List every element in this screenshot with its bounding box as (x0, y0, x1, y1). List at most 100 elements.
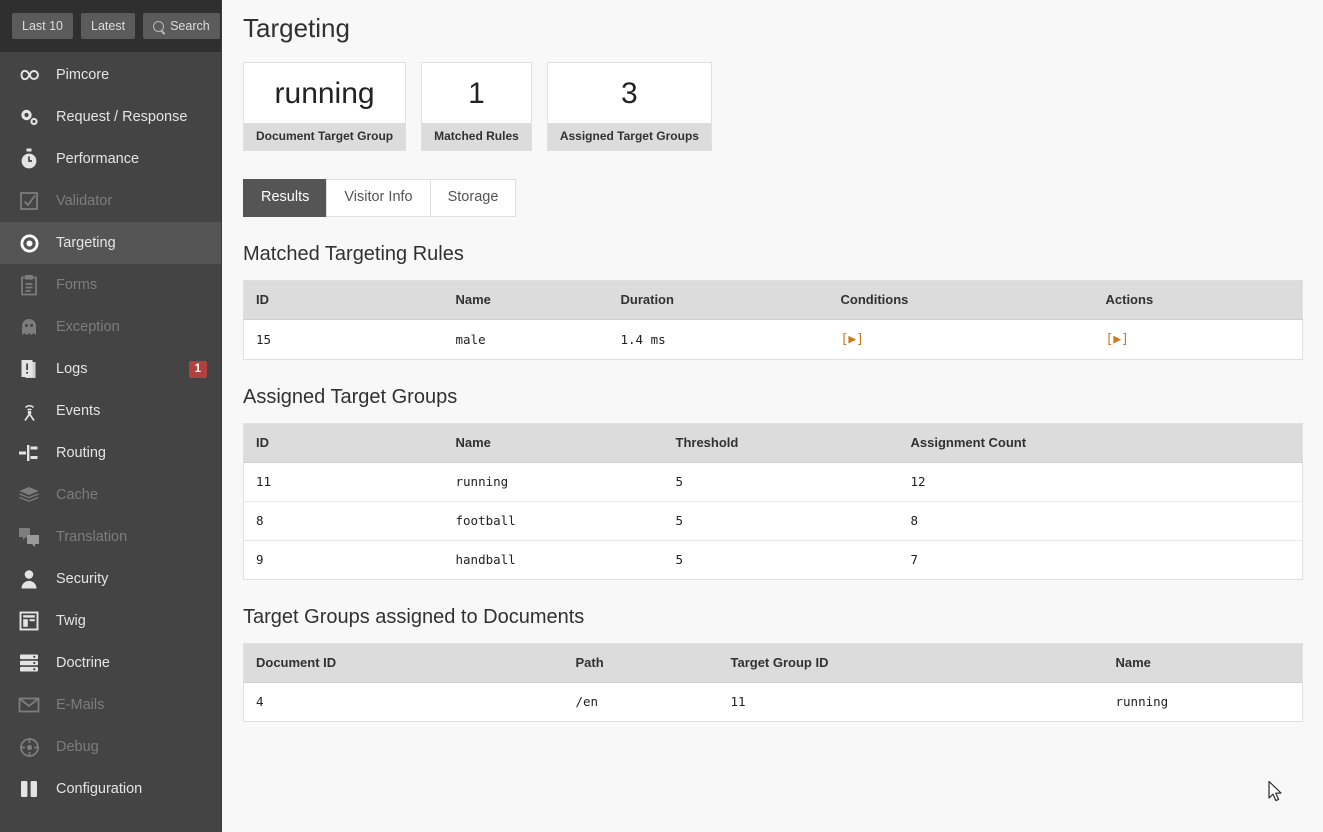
latest-button[interactable]: Latest (81, 13, 135, 39)
sidebar-item-label: Translation (56, 529, 221, 545)
metric-matched-rules: 1 Matched Rules (421, 62, 532, 151)
column-header-name: Name (444, 281, 609, 320)
tab-storage[interactable]: Storage (430, 179, 517, 217)
cell-assignment-count: 12 (899, 463, 1303, 502)
database-icon (14, 653, 44, 673)
cell-actions: [▶] (1094, 320, 1303, 360)
matched-rules-table: ID Name Duration Conditions Actions 15 m… (243, 280, 1303, 360)
cell-id: 9 (244, 541, 444, 580)
routing-icon (14, 444, 44, 462)
search-icon (153, 21, 164, 32)
user-icon (14, 569, 44, 589)
column-header-name: Name (1104, 644, 1303, 683)
cell-assignment-count: 8 (899, 502, 1303, 541)
sidebar-item-debug[interactable]: Debug (0, 726, 221, 768)
profiler-search-bar: Last 10 Latest Search (0, 0, 221, 52)
column-header-name: Name (444, 424, 664, 463)
metric-label: Document Target Group (244, 123, 405, 150)
cell-threshold: 5 (664, 502, 899, 541)
metric-label: Assigned Target Groups (548, 123, 711, 150)
section-title: Assigned Target Groups (243, 386, 1302, 409)
logs-badge: 1 (189, 361, 207, 378)
table-row: 15 male 1.4 ms [▶] [▶] (244, 320, 1303, 360)
sidebar-item-label: Twig (56, 613, 221, 629)
checkbox-icon (14, 191, 44, 211)
main-content: Targeting running Document Target Group … (222, 0, 1323, 832)
sidebar-item-label: E-Mails (56, 697, 221, 713)
assigned-target-groups-table: ID Name Threshold Assignment Count 11 ru… (243, 423, 1303, 580)
sidebar-item-configuration[interactable]: Configuration (0, 768, 221, 810)
sidebar-item-label: Configuration (56, 781, 221, 797)
last-10-button[interactable]: Last 10 (12, 13, 73, 39)
metric-value: running (244, 63, 405, 123)
cell-threshold: 5 (664, 463, 899, 502)
sidebar-item-request-response[interactable]: Request / Response (0, 96, 221, 138)
envelope-icon (14, 697, 44, 713)
cell-name: football (444, 502, 664, 541)
sidebar-item-label: Cache (56, 487, 221, 503)
search-button[interactable]: Search (143, 13, 220, 39)
table-header-row: Document ID Path Target Group ID Name (244, 644, 1303, 683)
sidebar-menu: Pimcore Request / Response (0, 52, 221, 832)
section-assigned-target-groups: Assigned Target Groups ID Name Threshold… (243, 386, 1302, 580)
profiler-window: Last 10 Latest Search Pimcore (0, 0, 1323, 832)
column-header-conditions: Conditions (829, 281, 1094, 320)
sidebar-item-label: Routing (56, 445, 221, 461)
tab-visitor-info[interactable]: Visitor Info (326, 179, 430, 217)
sidebar-item-forms[interactable]: Forms (0, 264, 221, 306)
sidebar-item-events[interactable]: Events (0, 390, 221, 432)
tab-results[interactable]: Results (243, 179, 327, 217)
sidebar-item-label: Targeting (56, 235, 221, 251)
stopwatch-icon (14, 148, 44, 170)
cell-target-group-id: 11 (719, 683, 1104, 722)
column-header-duration: Duration (609, 281, 829, 320)
column-header-document-id: Document ID (244, 644, 564, 683)
conditions-toggle-icon[interactable]: [▶] (841, 332, 864, 347)
sidebar-item-performance[interactable]: Performance (0, 138, 221, 180)
config-icon (14, 780, 44, 798)
sidebar-item-label: Doctrine (56, 655, 221, 671)
sidebar-item-exception[interactable]: Exception (0, 306, 221, 348)
gears-icon (14, 107, 44, 127)
column-header-target-group-id: Target Group ID (719, 644, 1104, 683)
sidebar-item-label: Events (56, 403, 221, 419)
sidebar-item-pimcore[interactable]: Pimcore (0, 54, 221, 96)
sidebar-item-validator[interactable]: Validator (0, 180, 221, 222)
cell-name: running (444, 463, 664, 502)
sidebar-item-label: Pimcore (56, 67, 221, 83)
sidebar-item-twig[interactable]: Twig (0, 600, 221, 642)
column-header-id: ID (244, 281, 444, 320)
documents-table: Document ID Path Target Group ID Name 4 … (243, 643, 1303, 722)
metric-value: 1 (422, 63, 531, 123)
metric-label: Matched Rules (422, 123, 531, 150)
sidebar-item-doctrine[interactable]: Doctrine (0, 642, 221, 684)
sidebar-item-routing[interactable]: Routing (0, 432, 221, 474)
sidebar-item-logs[interactable]: Logs 1 (0, 348, 221, 390)
sidebar-item-label: Performance (56, 151, 221, 167)
last-10-label: Last 10 (22, 19, 63, 33)
sidebar-item-emails[interactable]: E-Mails (0, 684, 221, 726)
column-header-actions: Actions (1094, 281, 1303, 320)
sidebar-item-label: Forms (56, 277, 221, 293)
cell-name: handball (444, 541, 664, 580)
metric-document-target-group: running Document Target Group (243, 62, 406, 151)
sidebar-item-label: Debug (56, 739, 221, 755)
metric-assigned-target-groups: 3 Assigned Target Groups (547, 62, 712, 151)
broadcast-icon (14, 401, 44, 421)
sidebar-item-cache[interactable]: Cache (0, 474, 221, 516)
sidebar-item-translation[interactable]: Translation (0, 516, 221, 558)
sidebar: Last 10 Latest Search Pimcore (0, 0, 222, 832)
sidebar-item-security[interactable]: Security (0, 558, 221, 600)
table-row: 4 /en 11 running (244, 683, 1303, 722)
cell-id: 11 (244, 463, 444, 502)
cell-conditions: [▶] (829, 320, 1094, 360)
translation-icon (14, 527, 44, 547)
column-header-threshold: Threshold (664, 424, 899, 463)
infinity-icon (14, 68, 44, 82)
sidebar-item-label: Exception (56, 319, 221, 335)
cell-id: 15 (244, 320, 444, 360)
table-row: 9 handball 5 7 (244, 541, 1303, 580)
actions-toggle-icon[interactable]: [▶] (1106, 332, 1129, 347)
metrics-row: running Document Target Group 1 Matched … (243, 62, 1302, 151)
sidebar-item-targeting[interactable]: Targeting (0, 222, 221, 264)
